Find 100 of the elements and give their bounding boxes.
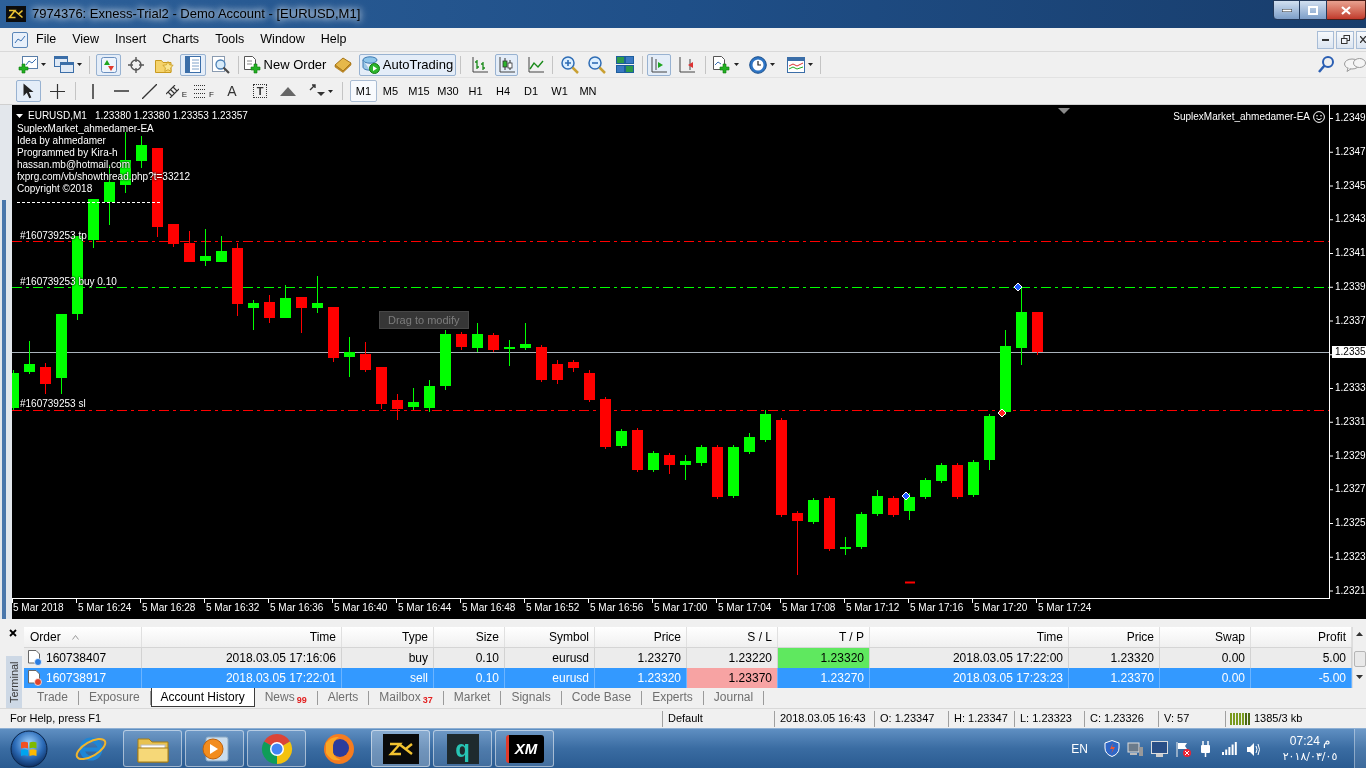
tab[interactable]: News 99 <box>254 688 317 707</box>
cursor-button[interactable] <box>16 80 41 102</box>
horizontal-line-icon <box>113 90 129 92</box>
order-line-label: #160739253 sl <box>20 398 86 410</box>
tab[interactable]: Alerts <box>317 688 369 707</box>
flag-icon[interactable] <box>1175 740 1191 757</box>
menu-item[interactable]: Help <box>312 29 355 50</box>
column-header[interactable]: Price <box>1069 627 1160 647</box>
column-header[interactable]: Swap <box>1160 627 1251 647</box>
tab[interactable]: Exposure <box>78 688 150 707</box>
tab[interactable]: Market <box>443 688 501 707</box>
shield-icon[interactable] <box>1104 740 1120 757</box>
table-cell: 1.23320 <box>778 648 870 668</box>
chart-window-icon <box>12 31 28 48</box>
column-header[interactable]: Time <box>870 627 1069 647</box>
text-tool-button[interactable]: A <box>221 80 243 102</box>
maximize-button[interactable] <box>1300 0 1327 20</box>
candlestick <box>648 450 659 473</box>
profiles-button[interactable] <box>52 53 84 76</box>
take-profit-line[interactable] <box>12 240 1330 243</box>
tile-windows-button[interactable] <box>614 53 636 76</box>
column-header[interactable]: Symbol <box>505 627 595 647</box>
candlestick <box>712 444 723 500</box>
tab[interactable]: Account History <box>150 688 255 707</box>
column-header[interactable]: S / L <box>687 627 778 647</box>
status-field: 2018.03.05 16:43 <box>774 710 874 727</box>
tab[interactable]: Experts <box>642 688 703 707</box>
monitor-icon[interactable] <box>1151 740 1168 757</box>
period-button[interactable]: H4 <box>489 80 517 102</box>
column-header[interactable]: Price <box>595 627 687 647</box>
clock-time[interactable]: 07:24 م <box>1289 732 1331 749</box>
close-button[interactable] <box>1356 30 1366 49</box>
candlestick <box>728 444 739 499</box>
column-header[interactable]: Time <box>142 627 342 647</box>
show-desktop-button[interactable] <box>1354 729 1366 768</box>
data-window-button[interactable] <box>180 53 206 76</box>
new-order-button[interactable]: New Order <box>244 53 326 76</box>
taskbar-button[interactable]: q <box>433 730 492 767</box>
menu-item[interactable]: View <box>64 29 108 50</box>
menu-item[interactable]: Tools <box>207 29 253 50</box>
tab[interactable]: Trade <box>27 688 78 707</box>
column-header[interactable]: Size <box>434 627 505 647</box>
new-chart-button[interactable] <box>16 53 48 76</box>
minimize-button[interactable] <box>1317 30 1334 49</box>
period-button[interactable]: M15 <box>404 80 434 102</box>
power-plug-icon[interactable] <box>1198 740 1213 757</box>
zoom-in-button[interactable] <box>558 53 581 76</box>
tab[interactable]: Journal <box>703 688 764 707</box>
menu-item[interactable]: Charts <box>154 29 208 50</box>
triangle-marker-icon[interactable] <box>1058 108 1070 114</box>
comment-line: Copyright ©2018 <box>17 183 94 195</box>
autotrading-button[interactable]: AutoTrading <box>359 53 456 76</box>
signal-bars-icon[interactable] <box>1222 742 1238 755</box>
tab[interactable]: Mailbox 37 <box>369 688 443 707</box>
menu-item[interactable]: Window <box>252 29 313 50</box>
period-button[interactable]: M5 <box>377 80 404 102</box>
time-label: 5 Mar 16:32 <box>206 602 260 614</box>
auto-scroll-button[interactable] <box>647 53 671 76</box>
channel-button[interactable]: E <box>165 80 188 102</box>
restore-button[interactable] <box>1336 30 1354 49</box>
period-button[interactable]: H1 <box>462 80 489 102</box>
period-button[interactable]: W1 <box>545 80 574 102</box>
tab[interactable]: Signals <box>501 688 561 707</box>
taskbar-button[interactable]: XM <box>495 730 554 767</box>
candlestick <box>616 428 627 449</box>
parallel-lines-icon <box>165 84 179 98</box>
menu-item[interactable]: Insert <box>107 29 155 50</box>
indicators-button[interactable] <box>710 53 742 76</box>
computer-icon[interactable] <box>1127 740 1143 757</box>
table-cell: eurusd <box>505 668 595 688</box>
period-button[interactable]: M1 <box>350 80 377 102</box>
minimize-button[interactable] <box>1273 0 1300 20</box>
order-line[interactable] <box>12 286 1330 289</box>
zoom-out-button[interactable] <box>586 53 608 76</box>
taskbar-button[interactable] <box>371 730 430 767</box>
column-header[interactable]: Type <box>342 627 434 647</box>
period-button[interactable]: D1 <box>517 80 545 102</box>
tab[interactable]: Code Base <box>561 688 642 707</box>
search-button[interactable] <box>1317 54 1335 75</box>
table-row[interactable]: 160738407 2018.03.05 17:16:06 buy 0.10 eurusd 1.23270 1.23220 1.23320 2018.03.05 17:22:00 1.23320 0.00 5.00 <box>24 648 1352 668</box>
close-icon <box>9 629 17 637</box>
label-tool-button[interactable]: T <box>249 80 271 102</box>
close-button[interactable] <box>8 628 18 638</box>
candlestick-chart-button[interactable] <box>495 53 518 76</box>
fibonacci-button[interactable]: F <box>193 80 215 102</box>
language-indicator[interactable]: EN <box>1071 739 1088 758</box>
menu-item[interactable]: File <box>28 29 65 50</box>
column-header[interactable]: T / P <box>778 627 870 647</box>
column-header[interactable]: Order <box>24 627 142 647</box>
period-button[interactable]: MN <box>574 80 602 102</box>
price-label: 1.2347 <box>1335 145 1366 158</box>
price-label: 1.2325 <box>1335 517 1366 529</box>
scrollbar-thumb[interactable] <box>1353 651 1366 667</box>
market-watch-button[interactable] <box>96 53 121 76</box>
stop-loss-line[interactable] <box>12 409 1330 412</box>
period-button[interactable]: M30 <box>434 80 462 102</box>
table-row[interactable]: 160738917 2018.03.05 17:22:01 sell 0.10 eurusd 1.23320 1.23370 1.23270 2018.03.05 17:23:23 1.23370 0.00 -5.00 <box>24 668 1352 688</box>
price-label: 1.2327 <box>1335 483 1366 496</box>
close-button[interactable] <box>1327 0 1366 20</box>
clock-date[interactable]: ٢٠١٨/٠٣/٠٥ <box>1282 748 1338 765</box>
